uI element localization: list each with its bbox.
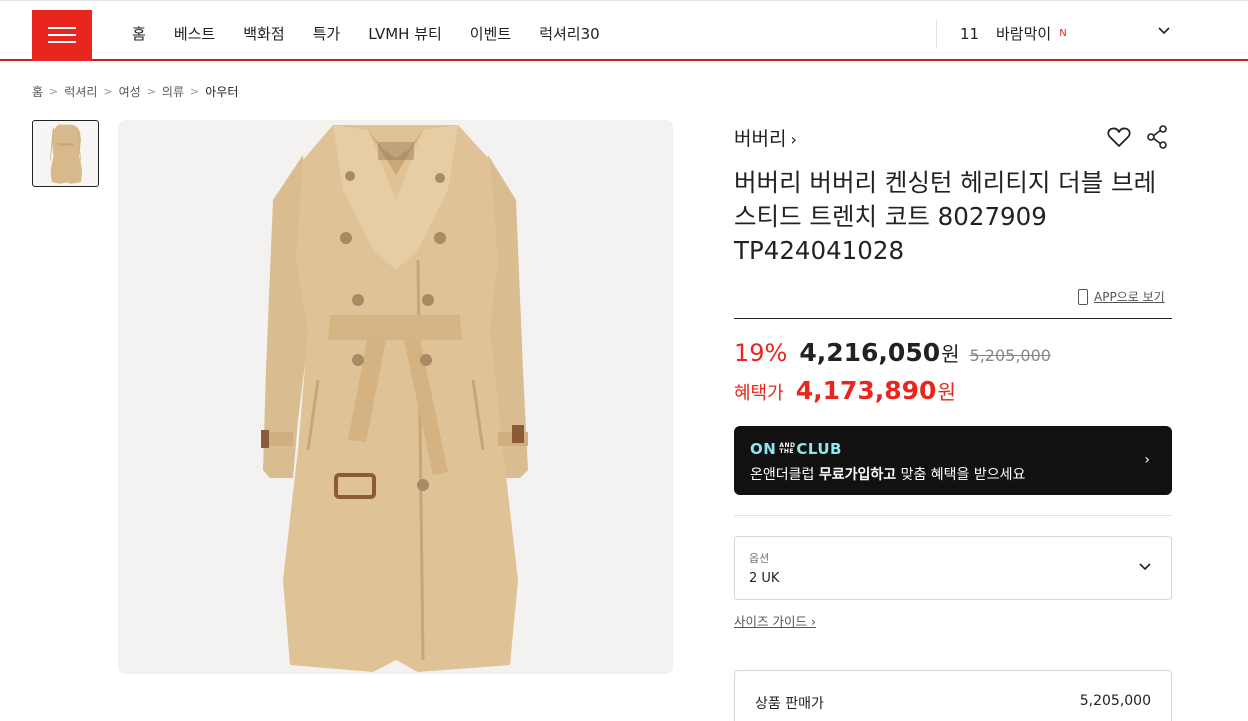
nav-item-event[interactable]: 이벤트 [470, 23, 511, 44]
size-guide-link[interactable]: 사이즈 가이드 › [734, 611, 816, 630]
nav-item-home[interactable]: 홈 [132, 23, 146, 44]
club-logo-small: AND THE [779, 442, 796, 455]
breadcrumb: 홈 > 럭셔리 > 여성 > 의류 > 아우터 [32, 83, 238, 100]
breadcrumb-item[interactable]: 의류 [162, 83, 184, 100]
product-thumbnail[interactable] [32, 120, 99, 187]
summary-label: 상품 판매가 [755, 696, 824, 712]
trench-coat-thumbnail-image [49, 124, 83, 184]
brand-name: 버버리 [734, 128, 787, 150]
currency-unit: 원 [937, 380, 956, 404]
chevron-right-icon: › [1144, 452, 1150, 468]
chevron-right-icon: > [49, 85, 59, 98]
menu-icon-bar [48, 27, 76, 29]
club-text-prefix: 온앤더클럽 [750, 467, 819, 483]
section-divider [734, 515, 1172, 516]
breadcrumb-item[interactable]: 홈 [32, 83, 43, 100]
main-menu: 홈 베스트 백화점 특가 LVMH 뷰티 이벤트 럭셔리30 [118, 23, 614, 44]
menu-icon-bar [48, 41, 76, 43]
nav-divider [936, 19, 937, 49]
nav-item-special-price[interactable]: 특가 [313, 23, 341, 44]
club-text-suffix: 맞춤 혜택을 받으세요 [896, 467, 1026, 483]
summary-value: 5,205,000 [1079, 693, 1151, 709]
top-navigation: 홈 베스트 백화점 특가 LVMH 뷰티 이벤트 럭셔리30 11 바람막이 N [0, 0, 1248, 61]
trench-coat-image [118, 120, 673, 674]
phone-icon [1078, 288, 1088, 305]
club-logo-club: CLUB [796, 440, 842, 458]
price-row: 19% 4,216,050 원 5,205,000 [734, 338, 1051, 367]
brand-row: 버버리 › [734, 124, 1172, 150]
nav-item-department-store[interactable]: 백화점 [243, 23, 284, 44]
new-badge: N [1059, 28, 1067, 39]
chevron-right-icon: › [790, 130, 797, 149]
chevron-right-icon: > [103, 85, 113, 98]
view-in-app-link[interactable]: APP으로 보기 [1078, 288, 1165, 305]
menu-button[interactable] [32, 10, 92, 61]
price-summary-box: 상품 판매가 5,205,000 [734, 670, 1172, 721]
brand-link[interactable]: 버버리 › [734, 128, 797, 150]
club-membership-banner[interactable]: ON AND THE CLUB 온앤더클럽 무료가입하고 맞춤 혜택을 받으세요… [734, 426, 1172, 495]
sale-price: 4,216,050 [799, 338, 941, 367]
view-in-app-label: APP으로 보기 [1094, 290, 1165, 304]
currency-unit: 원 [941, 342, 960, 366]
club-banner-text: 온앤더클럽 무료가입하고 맞춤 혜택을 받으세요 [750, 464, 1025, 484]
option-selected-value: 2 UK [749, 571, 780, 586]
chevron-right-icon: › [810, 614, 816, 629]
share-icon[interactable] [1144, 124, 1170, 150]
breadcrumb-item[interactable]: 아우터 [205, 83, 238, 100]
size-guide-label: 사이즈 가이드 [734, 614, 807, 629]
trending-search-ticker[interactable]: 11 바람막이 N [960, 23, 1172, 44]
nav-item-lvmh-beauty[interactable]: LVMH 뷰티 [368, 23, 442, 44]
breadcrumb-item[interactable]: 럭셔리 [64, 83, 97, 100]
trending-rank: 11 [960, 24, 980, 43]
chevron-down-icon [1139, 563, 1151, 571]
club-text-bold: 무료가입하고 [818, 467, 897, 483]
club-logo: ON AND THE CLUB [750, 440, 842, 458]
discount-rate: 19% [734, 339, 788, 367]
chevron-right-icon: > [146, 85, 156, 98]
benefit-price-label: 혜택가 [734, 383, 784, 404]
nav-item-luxury30[interactable]: 럭셔리30 [539, 23, 600, 44]
trending-term: 바람막이 [996, 25, 1052, 43]
original-price: 5,205,000 [969, 346, 1051, 365]
section-divider [734, 318, 1172, 319]
benefit-price-row: 혜택가 4,173,890 원 [734, 376, 956, 405]
heart-icon[interactable] [1106, 124, 1132, 150]
chevron-down-icon[interactable] [1158, 27, 1170, 35]
option-select[interactable]: 옵션 2 UK [734, 536, 1172, 600]
club-logo-on: ON [750, 440, 777, 458]
benefit-price: 4,173,890 [795, 376, 937, 405]
product-title: 버버리 버버리 켄싱턴 헤리티지 더블 브레스티드 트렌치 코트 8027909… [734, 168, 1157, 265]
breadcrumb-item[interactable]: 여성 [119, 83, 141, 100]
nav-item-best[interactable]: 베스트 [174, 23, 215, 44]
product-main-image[interactable] [118, 120, 673, 674]
option-label: 옵션 [749, 552, 770, 565]
chevron-right-icon: > [190, 85, 200, 98]
menu-icon-bar [48, 34, 76, 36]
